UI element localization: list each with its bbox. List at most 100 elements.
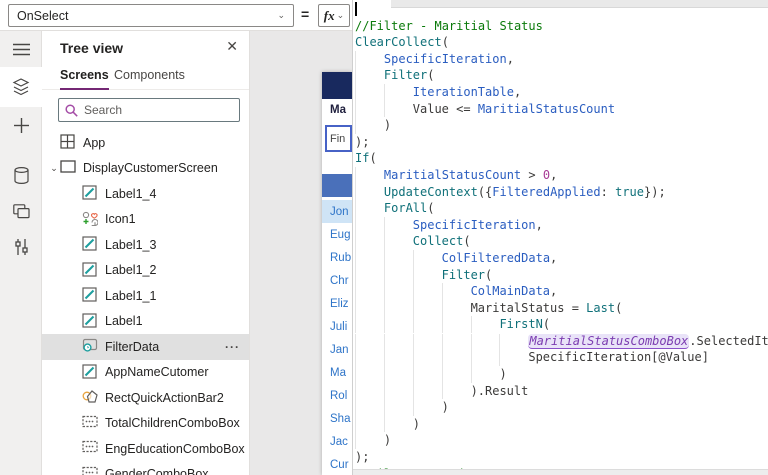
- app-gallery-header: [322, 174, 352, 197]
- tree-item-Label1[interactable]: Label1: [42, 309, 249, 335]
- combobox-icon: [82, 440, 99, 457]
- label-icon: [82, 364, 99, 381]
- indent-guide: [383, 415, 413, 433]
- gallery-name-row[interactable]: Chr: [322, 269, 352, 292]
- tree-view-tabs: Screens Components: [42, 65, 249, 90]
- indent-guide: [355, 183, 384, 201]
- indent-guide: [355, 333, 384, 351]
- label-icon: [82, 236, 99, 253]
- tab-screens[interactable]: Screens: [60, 68, 109, 90]
- code-line: ): [355, 432, 768, 450]
- indent-guide: [355, 200, 384, 217]
- close-icon[interactable]: ✕: [226, 38, 238, 55]
- code-line: If(: [355, 150, 768, 167]
- code-token: ): [412, 416, 421, 431]
- variables-icon[interactable]: [0, 229, 42, 265]
- indent-guide: [383, 283, 413, 300]
- label-icon: [82, 313, 99, 330]
- powerapps-studio: OnSelect ⌄ = fx ⌄ Tree view ✕ Screens Co…: [0, 0, 768, 475]
- code-token: MaritialStatusCount: [383, 167, 522, 182]
- gallery-name-row[interactable]: Jac: [322, 430, 352, 453]
- left-navigation-rail: [0, 31, 42, 475]
- gallery-name-row[interactable]: Eug: [322, 223, 352, 246]
- indent-guide: [355, 316, 384, 333]
- tree-item-Label1_4[interactable]: Label1_4: [42, 181, 249, 207]
- insert-icon[interactable]: [0, 107, 42, 143]
- gallery-name-row[interactable]: Sha: [322, 407, 352, 430]
- code-token: UpdateContext: [383, 184, 478, 199]
- search-input[interactable]: [84, 103, 214, 117]
- property-selector[interactable]: OnSelect ⌄: [8, 4, 294, 27]
- indent-guide: [383, 366, 413, 383]
- tree-item-label: Label1: [105, 314, 143, 329]
- code-line: MaritialStatusComboBox.SelectedItems,: [355, 333, 768, 351]
- code-token: IterationTable: [412, 84, 514, 99]
- tree-item-App[interactable]: App: [42, 130, 249, 156]
- gallery-name-row[interactable]: Rub: [322, 246, 352, 269]
- gallery-name-row[interactable]: Cur: [322, 453, 352, 475]
- code-token: ,: [550, 250, 558, 265]
- tree-item-GenderComboBox[interactable]: GenderComboBox: [42, 462, 249, 475]
- app-icon: [60, 134, 77, 151]
- tree-item-Label1_3[interactable]: Label1_3: [42, 232, 249, 258]
- tree-item-AppNameCutomer[interactable]: AppNameCutomer: [42, 360, 249, 386]
- tree-item-Icon1[interactable]: Icon1: [42, 207, 249, 233]
- tree-item-TotalChildrenComboBox[interactable]: TotalChildrenComboBox: [42, 411, 249, 437]
- code-line: Collect(: [355, 233, 768, 250]
- tab-components[interactable]: Components: [114, 68, 185, 88]
- code-token: ColMainData: [470, 284, 551, 299]
- indent-guide: [383, 382, 413, 400]
- tree-view-icon[interactable]: [0, 67, 42, 107]
- code-token: Collect: [412, 234, 464, 249]
- code-line: ): [355, 399, 768, 416]
- tree-item-label: GenderComboBox: [105, 467, 209, 475]
- indent-guide: [441, 366, 471, 383]
- more-icon[interactable]: ···: [225, 340, 240, 354]
- chevron-down-icon[interactable]: ⌄: [48, 163, 60, 174]
- code-token: ,: [550, 167, 558, 182]
- media-icon[interactable]: [0, 193, 42, 229]
- fx-button[interactable]: fx ⌄: [318, 4, 350, 27]
- tree-item-label: DisplayCustomerScreen: [83, 161, 218, 176]
- indent-guide: [355, 216, 384, 234]
- tree-item-FilterData[interactable]: FilterData ···: [42, 334, 249, 360]
- code-token: Last: [586, 300, 616, 315]
- formula-code[interactable]: //Filter - Maritial Status ClearCollect(S…: [355, 1, 768, 475]
- code-line: SpecificIteration,: [355, 50, 768, 68]
- code-token: ): [499, 367, 507, 382]
- gallery-name-row[interactable]: Jan: [322, 338, 352, 361]
- tree-item-DisplayCustomerScreen[interactable]: ⌄ DisplayCustomerScreen: [42, 156, 249, 182]
- tree-item-label: TotalChildrenComboBox: [105, 416, 240, 431]
- code-token: FirstN: [499, 317, 543, 332]
- control-reference: MaritialStatusComboBox: [528, 333, 690, 349]
- code-token: Value <=: [412, 101, 478, 116]
- tree-item-Label1_2[interactable]: Label1_2: [42, 258, 249, 284]
- tree-item-EngEducationComboBox[interactable]: EngEducationComboBox: [42, 436, 249, 462]
- tree-item-Label1_1[interactable]: Label1_1: [42, 283, 249, 309]
- data-icon[interactable]: [0, 157, 42, 193]
- gallery-name-row[interactable]: Eliz: [322, 292, 352, 315]
- indent-guide: [383, 399, 413, 416]
- gallery-name-row[interactable]: Jon: [322, 200, 352, 223]
- code-token: MaritalStatus =: [470, 300, 587, 315]
- formula-editor[interactable]: //Filter - Maritial Status ClearCollect(S…: [352, 0, 768, 475]
- combobox-icon: [82, 415, 99, 432]
- gallery-name-row[interactable]: Rol: [322, 384, 352, 407]
- chevron-down-icon: ⌄: [277, 10, 285, 20]
- code-token: ): [383, 433, 392, 448]
- app-screen-preview[interactable]: Ma Fin Jon Eug Rub Chr Eliz Juli Jan Ma Rol Sha Ja…: [322, 72, 352, 475]
- gallery-name-row[interactable]: Ma: [322, 361, 352, 384]
- code-token: );: [355, 134, 370, 149]
- code-token: });: [644, 184, 666, 199]
- tree-item-label: EngEducationComboBox: [105, 441, 245, 456]
- code-line: MaritalStatus = Last(: [355, 299, 768, 317]
- tree-item-label: Label1_1: [105, 288, 157, 303]
- tree-item-RectQuickActionBar2[interactable]: RectQuickActionBar2: [42, 385, 249, 411]
- gallery-name-row[interactable]: Juli: [322, 315, 352, 338]
- app-search-input[interactable]: Fin: [325, 125, 352, 152]
- menu-icon[interactable]: [0, 31, 42, 67]
- indent-guide: [383, 100, 413, 118]
- search-box[interactable]: [58, 98, 240, 122]
- code-token: (: [485, 267, 493, 282]
- indent-guide: [441, 349, 471, 367]
